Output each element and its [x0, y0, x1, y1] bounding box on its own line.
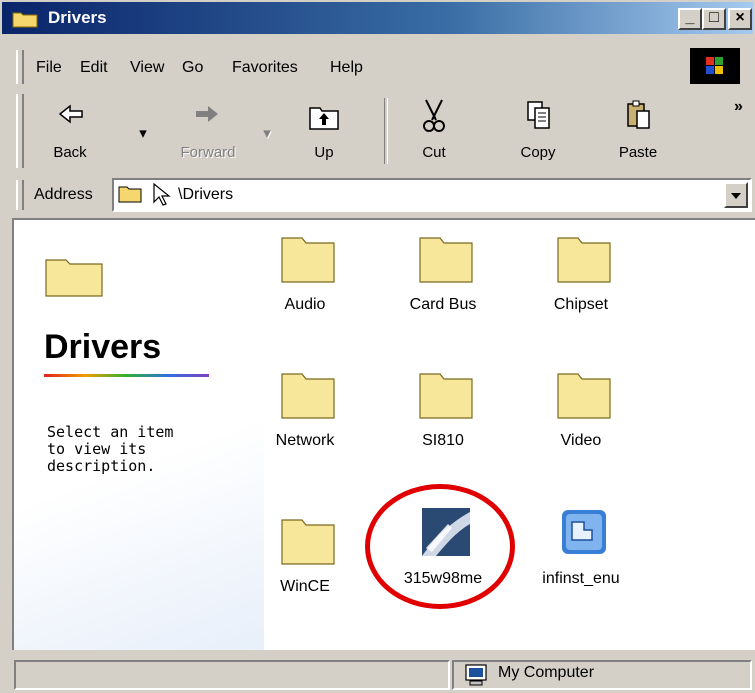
menu-favorites[interactable]: Favorites — [232, 59, 298, 77]
folder-icon — [419, 237, 473, 283]
menu-edit[interactable]: Edit — [80, 59, 108, 77]
scissors-icon — [423, 99, 445, 132]
my-computer-icon — [465, 664, 487, 686]
folder-icon — [557, 237, 611, 283]
back-dropdown-button[interactable]: ▾ — [136, 124, 150, 142]
toolbar-grip[interactable] — [16, 94, 24, 168]
menu-bar: File Edit View Go Favorites Help — [12, 48, 692, 86]
back-arrow-icon — [58, 104, 83, 124]
address-value: \Drivers — [178, 186, 234, 203]
large-folder-icon — [45, 259, 103, 297]
maximize-button[interactable]: □ — [702, 8, 726, 30]
folder-icon — [12, 12, 38, 28]
cut-label: Cut — [422, 144, 446, 161]
close-button[interactable]: × — [728, 8, 752, 30]
folder-icon — [118, 186, 142, 203]
item-label: WinCE — [280, 578, 330, 595]
forward-dropdown-button[interactable]: ▾ — [260, 124, 274, 142]
up-label: Up — [314, 144, 334, 161]
menu-go[interactable]: Go — [182, 59, 203, 77]
copy-icon — [527, 101, 550, 129]
forward-button[interactable]: Forward — [170, 96, 246, 168]
folder-icon — [557, 373, 611, 419]
up-folder-icon — [309, 107, 339, 130]
menu-view[interactable]: View — [130, 59, 164, 77]
folder-icon — [419, 373, 473, 419]
addressbar-grip[interactable] — [16, 180, 24, 210]
copy-button[interactable]: Copy — [508, 96, 568, 168]
title-bar[interactable]: Drivers _ □ × — [2, 2, 753, 34]
folder-icon — [281, 519, 335, 565]
toolbar-separator — [384, 98, 388, 164]
toolbar-more-button[interactable]: » — [734, 98, 743, 116]
item-label: infinst_enu — [542, 570, 620, 587]
back-label: Back — [53, 144, 87, 161]
address-label: Address — [34, 186, 93, 203]
up-button[interactable]: Up — [294, 96, 354, 168]
status-panel-main — [14, 660, 450, 690]
explorer-window: Drivers _ □ × File Edit View Go Favorite… — [0, 0, 755, 693]
highlight-circle — [365, 484, 515, 609]
menu-help[interactable]: Help — [330, 59, 363, 77]
copy-label: Copy — [520, 144, 556, 161]
forward-label: Forward — [180, 144, 236, 161]
address-dropdown-button[interactable] — [724, 182, 748, 208]
forward-arrow-icon — [196, 106, 218, 122]
windows-logo-icon — [690, 48, 740, 84]
item-label: Audio — [284, 296, 326, 313]
item-label: Video — [560, 432, 602, 449]
item-label: Card Bus — [409, 296, 477, 313]
mouse-cursor-icon — [153, 182, 171, 206]
back-button[interactable]: Back — [40, 96, 100, 168]
pane-title: Drivers — [44, 328, 162, 366]
paste-label: Paste — [618, 144, 658, 161]
window-title: Drivers — [48, 8, 107, 27]
address-field[interactable]: \Drivers — [112, 178, 752, 212]
item-label: Chipset — [553, 296, 609, 313]
item-label: SI810 — [422, 432, 464, 449]
menu-file[interactable]: File — [36, 59, 62, 77]
status-location: My Computer — [498, 664, 595, 681]
folder-icon — [281, 373, 335, 419]
item-label: Network — [275, 432, 335, 449]
folder-icon — [281, 237, 335, 283]
paste-icon — [627, 100, 650, 129]
pane-description: Select an item to view its description. — [47, 423, 174, 475]
minimize-button[interactable]: _ — [678, 8, 702, 30]
cut-button[interactable]: Cut — [404, 96, 464, 168]
status-panel-zone — [452, 660, 752, 690]
title-rule — [44, 374, 209, 377]
installer-icon — [562, 510, 606, 554]
paste-button[interactable]: Paste — [608, 96, 668, 168]
chevron-down-icon — [731, 193, 741, 199]
